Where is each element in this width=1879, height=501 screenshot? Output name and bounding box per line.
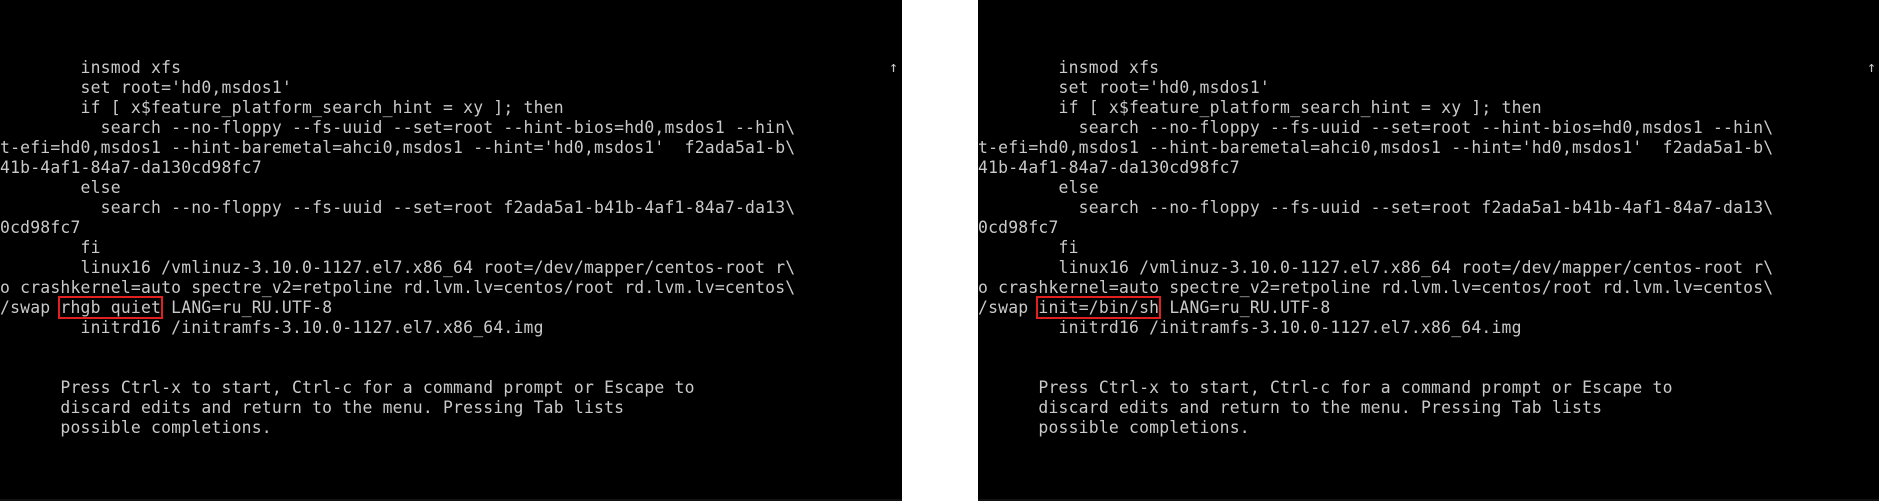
editor-line: search --no-floppy --fs-uuid --set=root … [0, 198, 902, 218]
grub-entry-editor[interactable]: insmod xfs set root='hd0,msdos1' if [ x$… [0, 58, 902, 338]
editor-line: linux16 /vmlinuz-3.10.0-1127.el7.x86_64 … [0, 258, 902, 278]
help-line: possible completions. [0, 418, 272, 437]
editor-line: search --no-floppy --fs-uuid --set=root … [978, 118, 1879, 138]
line-text: /swap [0, 298, 61, 317]
line-text: o crashkernel=auto spectre_v2=retpoline … [0, 278, 796, 297]
editor-line: set root='hd0,msdos1' [0, 78, 902, 98]
editor-line: insmod xfs [0, 58, 902, 78]
editor-line: 0cd98fc7 [978, 218, 1879, 238]
grub-editor-right-panel: ↑ insmod xfs set root='hd0,msdos1' if [ … [978, 0, 1879, 501]
editor-line: search --no-floppy --fs-uuid --set=root … [978, 198, 1879, 218]
line-text: 41b-4af1-84a7-da130cd98fc7 [978, 158, 1240, 177]
line-text: search --no-floppy --fs-uuid --set=root … [0, 198, 796, 217]
line-text: else [0, 178, 121, 197]
editor-line: search --no-floppy --fs-uuid --set=root … [0, 118, 902, 138]
editor-line: /swap init=/bin/sh LANG=ru_RU.UTF-8 [978, 296, 1879, 319]
help-line: possible completions. [978, 418, 1250, 437]
line-text: t-efi=hd0,msdos1 --hint-baremetal=ahci0,… [978, 138, 1774, 157]
line-text: search --no-floppy --fs-uuid --set=root … [978, 198, 1774, 217]
grub-help-text: Press Ctrl-x to start, Ctrl-c for a comm… [0, 378, 902, 438]
line-text: insmod xfs [0, 58, 182, 77]
grub-editor-left-panel: ↑ insmod xfs set root='hd0,msdos1' if [ … [0, 0, 902, 501]
highlighted-kernel-parameter: rhgb quiet [58, 296, 164, 319]
line-text: 0cd98fc7 [0, 218, 81, 237]
help-line: discard edits and return to the menu. Pr… [0, 398, 625, 417]
line-text: search --no-floppy --fs-uuid --set=root … [978, 118, 1774, 137]
editor-line: initrd16 /initramfs-3.10.0-1127.el7.x86_… [0, 318, 902, 338]
grub-entry-editor[interactable]: insmod xfs set root='hd0,msdos1' if [ x$… [978, 58, 1879, 338]
line-text: else [978, 178, 1099, 197]
line-text: 41b-4af1-84a7-da130cd98fc7 [0, 158, 262, 177]
editor-line: o crashkernel=auto spectre_v2=retpoline … [978, 278, 1879, 298]
line-text: linux16 /vmlinuz-3.10.0-1127.el7.x86_64 … [0, 258, 796, 277]
editor-line: o crashkernel=auto spectre_v2=retpoline … [0, 278, 902, 298]
editor-line: else [0, 178, 902, 198]
line-text: initrd16 /initramfs-3.10.0-1127.el7.x86_… [978, 318, 1522, 337]
line-text: LANG=ru_RU.UTF-8 [161, 298, 333, 317]
line-text: fi [0, 238, 101, 257]
line-text: set root='hd0,msdos1' [978, 78, 1270, 97]
editor-line: set root='hd0,msdos1' [978, 78, 1879, 98]
help-line: Press Ctrl-x to start, Ctrl-c for a comm… [0, 378, 695, 397]
editor-line: insmod xfs [978, 58, 1879, 78]
editor-line: t-efi=hd0,msdos1 --hint-baremetal=ahci0,… [978, 138, 1879, 158]
editor-line: else [978, 178, 1879, 198]
line-text: search --no-floppy --fs-uuid --set=root … [0, 118, 796, 137]
editor-line: 0cd98fc7 [0, 218, 902, 238]
line-text: if [ x$feature_platform_search_hint = xy… [978, 98, 1542, 117]
editor-line: 41b-4af1-84a7-da130cd98fc7 [0, 158, 902, 178]
help-line: Press Ctrl-x to start, Ctrl-c for a comm… [978, 378, 1673, 397]
line-text: fi [978, 238, 1079, 257]
line-text: /swap [978, 298, 1039, 317]
line-text: set root='hd0,msdos1' [0, 78, 292, 97]
line-text: initrd16 /initramfs-3.10.0-1127.el7.x86_… [0, 318, 544, 337]
line-text: o crashkernel=auto spectre_v2=retpoline … [978, 278, 1774, 297]
line-text: LANG=ru_RU.UTF-8 [1159, 298, 1331, 317]
line-text: t-efi=hd0,msdos1 --hint-baremetal=ahci0,… [0, 138, 796, 157]
line-text: 0cd98fc7 [978, 218, 1059, 237]
editor-line: 41b-4af1-84a7-da130cd98fc7 [978, 158, 1879, 178]
editor-line: initrd16 /initramfs-3.10.0-1127.el7.x86_… [978, 318, 1879, 338]
editor-line: linux16 /vmlinuz-3.10.0-1127.el7.x86_64 … [978, 258, 1879, 278]
editor-line: /swap rhgb quiet LANG=ru_RU.UTF-8 [0, 296, 902, 319]
line-text: linux16 /vmlinuz-3.10.0-1127.el7.x86_64 … [978, 258, 1774, 277]
line-text: insmod xfs [978, 58, 1160, 77]
editor-line: if [ x$feature_platform_search_hint = xy… [0, 98, 902, 118]
editor-line: if [ x$feature_platform_search_hint = xy… [978, 98, 1879, 118]
grub-help-text: Press Ctrl-x to start, Ctrl-c for a comm… [978, 378, 1879, 438]
line-text: if [ x$feature_platform_search_hint = xy… [0, 98, 564, 117]
editor-line: fi [0, 238, 902, 258]
editor-line: fi [978, 238, 1879, 258]
help-line: discard edits and return to the menu. Pr… [978, 398, 1603, 417]
highlighted-kernel-parameter: init=/bin/sh [1036, 296, 1162, 319]
editor-line: t-efi=hd0,msdos1 --hint-baremetal=ahci0,… [0, 138, 902, 158]
